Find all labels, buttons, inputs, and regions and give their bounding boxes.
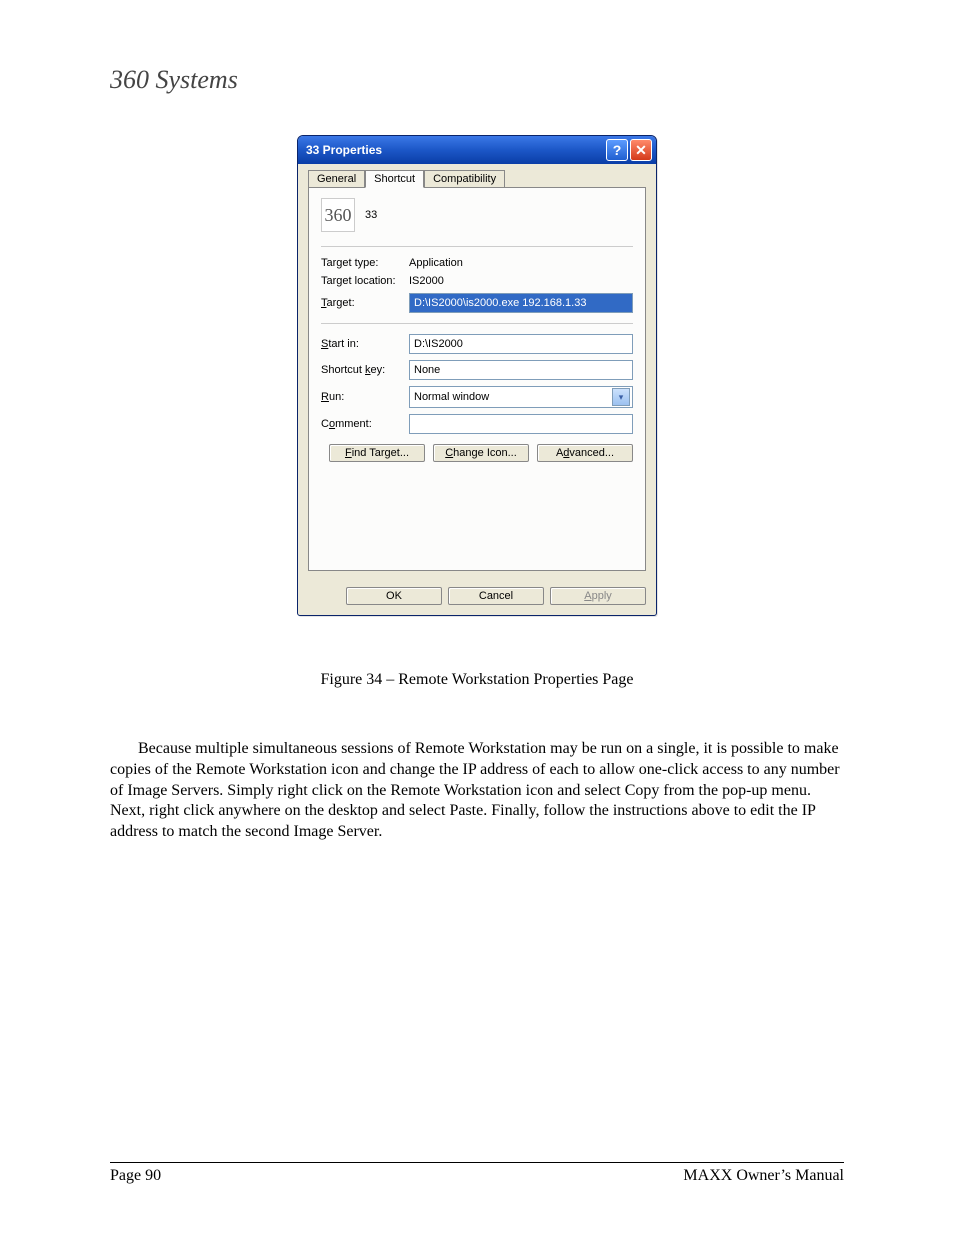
close-icon: ✕ (635, 143, 647, 157)
tab-shortcut[interactable]: Shortcut (365, 170, 424, 188)
body-paragraph: Because multiple simultaneous sessions o… (110, 739, 844, 843)
start-in-input[interactable] (409, 334, 633, 354)
divider (321, 246, 633, 247)
run-select-value: Normal window (414, 391, 612, 403)
label-comment: Comment: (321, 418, 401, 430)
chevron-down-icon: ▾ (612, 388, 630, 406)
help-button[interactable]: ? (606, 139, 628, 161)
value-target-type: Application (409, 257, 463, 269)
tab-general[interactable]: General (308, 170, 365, 188)
change-icon-button[interactable]: Change Icon... (433, 444, 529, 462)
label-start-in: Start in: (321, 338, 401, 350)
shortcut-key-input[interactable] (409, 360, 633, 380)
run-select[interactable]: Normal window ▾ (409, 386, 633, 408)
shortcut-panel: 360 33 Target type: Application Target l… (308, 187, 646, 571)
target-input[interactable] (409, 293, 633, 313)
label-target-location: Target location: (321, 275, 401, 287)
ok-button[interactable]: OK (346, 587, 442, 605)
apply-button[interactable]: Apply (550, 587, 646, 605)
figure-caption: Figure 34 – Remote Workstation Propertie… (110, 671, 844, 689)
brand-logo: 360 Systems (110, 65, 238, 95)
close-button[interactable]: ✕ (630, 139, 652, 161)
tab-compatibility[interactable]: Compatibility (424, 170, 505, 188)
footer-right: MAXX Owner’s Manual (683, 1167, 844, 1185)
page-footer: Page 90 MAXX Owner’s Manual (110, 1162, 844, 1185)
label-shortcut-key: Shortcut key: (321, 364, 401, 376)
label-target-type: Target type: (321, 257, 401, 269)
divider (321, 323, 633, 324)
properties-dialog: 33 Properties ? ✕ General Shortcut Compa… (297, 135, 657, 616)
find-target-button[interactable]: Find Target... (329, 444, 425, 462)
title-bar: 33 Properties ? ✕ (298, 136, 656, 164)
value-target-location: IS2000 (409, 275, 444, 287)
advanced-button[interactable]: Advanced... (537, 444, 633, 462)
tab-strip: General Shortcut Compatibility (308, 170, 646, 188)
comment-input[interactable] (409, 414, 633, 434)
cancel-button[interactable]: Cancel (448, 587, 544, 605)
footer-left: Page 90 (110, 1167, 161, 1185)
label-target: Target: (321, 297, 401, 309)
shortcut-name: 33 (365, 209, 377, 221)
window-title: 33 Properties (306, 143, 604, 157)
label-run: Run: (321, 391, 401, 403)
shortcut-icon: 360 (321, 198, 355, 232)
